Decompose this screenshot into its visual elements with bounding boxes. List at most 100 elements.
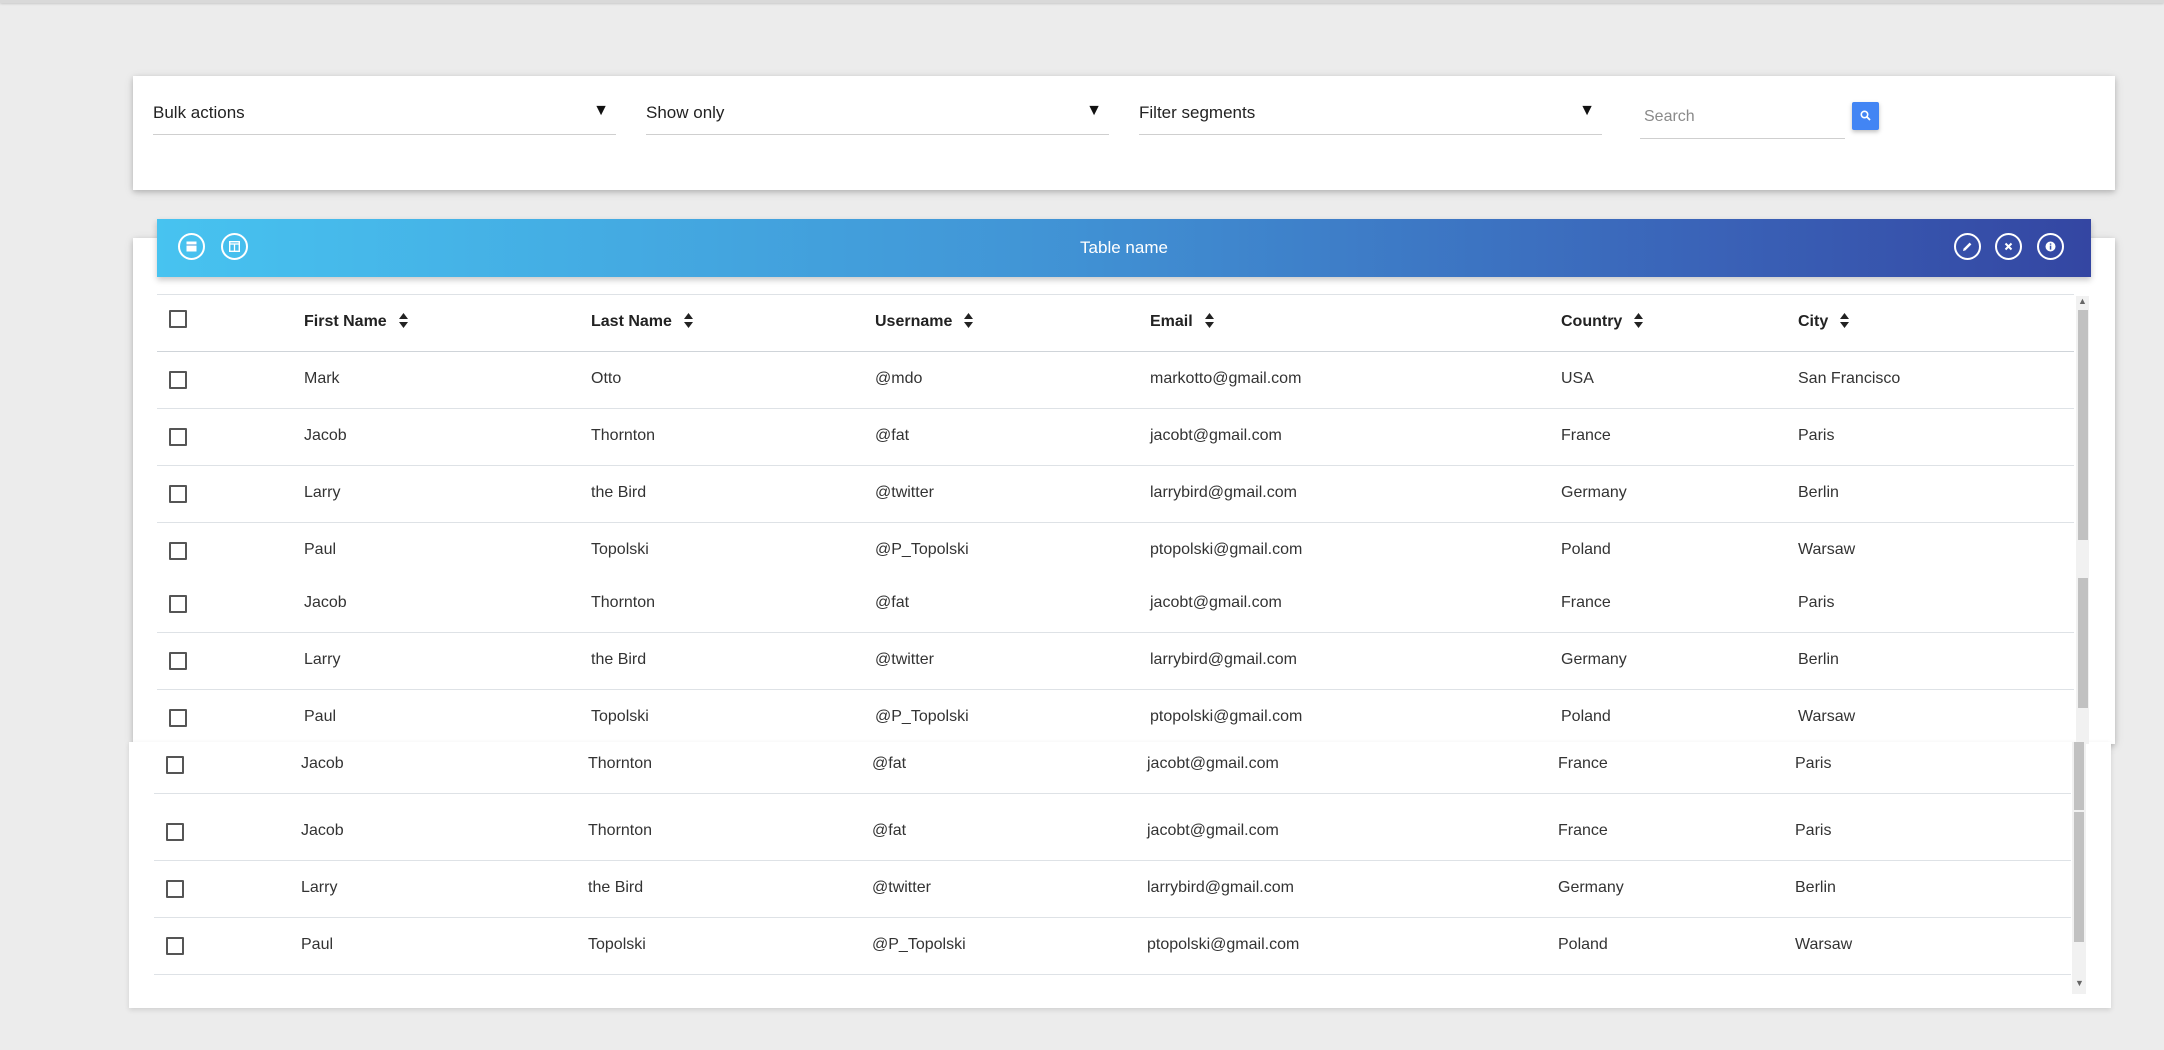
cell-city: San Francisco xyxy=(1798,370,1901,387)
table-row[interactable]: Jacob Thornton @fat jacobt@gmail.com France P… xyxy=(157,576,2074,632)
cell-country: Poland xyxy=(1558,936,1608,953)
cell-first-name: Paul xyxy=(304,708,337,725)
scrollbar-thumb-2[interactable] xyxy=(2078,578,2088,708)
cell-first-name: Jacob xyxy=(301,755,344,772)
cell-country: USA xyxy=(1561,370,1594,387)
cell-last-name: Topolski xyxy=(591,541,649,558)
filter-segments-select[interactable]: Filter segments ▼ xyxy=(1139,94,1602,135)
cell-country: Germany xyxy=(1558,879,1624,896)
column-header-first-name[interactable]: First Name xyxy=(304,313,408,333)
row-checkbox[interactable] xyxy=(166,880,184,898)
cell-last-name: Thornton xyxy=(588,822,653,839)
cell-last-name: Thornton xyxy=(588,755,653,772)
row-checkbox[interactable] xyxy=(169,709,187,727)
row-checkbox[interactable] xyxy=(169,428,187,446)
row-checkbox[interactable] xyxy=(169,652,187,670)
column-header-username[interactable]: Username xyxy=(875,313,974,333)
edit-button[interactable] xyxy=(1954,233,1981,260)
scrollbar-thumb[interactable] xyxy=(2078,310,2088,540)
table-row[interactable]: Jacob Thornton @fat jacobt@gmail.com France P… xyxy=(154,737,2071,793)
row-checkbox[interactable] xyxy=(169,595,187,613)
row-checkbox[interactable] xyxy=(169,542,187,560)
cell-email: ptopolski@gmail.com xyxy=(1150,708,1303,725)
table-row[interactable]: Larry the Bird @twitter larrybird@gmail.com… xyxy=(154,861,2071,917)
caret-down-icon: ▼ xyxy=(1579,102,1595,119)
cell-last-name: Topolski xyxy=(588,936,646,953)
scroll-down-icon[interactable]: ▼ xyxy=(2075,978,2084,988)
sort-icon[interactable] xyxy=(683,313,693,333)
column-header-label: Email xyxy=(1150,313,1193,330)
row-checkbox[interactable] xyxy=(169,485,187,503)
column-header-last-name[interactable]: Last Name xyxy=(591,313,693,333)
select-all-checkbox[interactable] xyxy=(169,310,187,328)
cell-username: @twitter xyxy=(875,651,934,668)
cell-city: Paris xyxy=(1795,822,1832,839)
cell-email: larrybird@gmail.com xyxy=(1150,484,1297,501)
cell-country: Germany xyxy=(1561,651,1627,668)
table-row[interactable]: Jacob Thornton @fat jacobt@gmail.com France P… xyxy=(157,409,2074,465)
scrollbar-track-2[interactable]: ▼ xyxy=(2072,742,2086,994)
show-only-select[interactable]: Show only ▼ xyxy=(646,94,1109,135)
info-icon xyxy=(2045,241,2056,252)
cell-username: @fat xyxy=(872,755,907,772)
search-button[interactable] xyxy=(1852,102,1879,130)
scrollbar-thumb-4[interactable] xyxy=(2074,812,2084,942)
cell-email: jacobt@gmail.com xyxy=(1150,427,1282,444)
table-row[interactable]: Jacob Thornton @fat jacobt@gmail.com France P… xyxy=(154,804,2071,860)
scroll-up-icon[interactable]: ▲ xyxy=(2078,296,2087,306)
cell-first-name: Jacob xyxy=(304,594,347,611)
cell-first-name: Larry xyxy=(304,484,341,501)
cell-first-name: Mark xyxy=(304,370,340,387)
cell-first-name: Jacob xyxy=(301,822,344,839)
top-divider xyxy=(0,0,2164,3)
column-header-email[interactable]: Email xyxy=(1150,313,1214,333)
caret-down-icon: ▼ xyxy=(593,102,609,119)
bulk-actions-label: Bulk actions xyxy=(153,103,245,122)
cell-city: Berlin xyxy=(1798,651,1839,668)
table-row[interactable]: Larry the Bird @twitter larrybird@gmail.com… xyxy=(157,466,2074,522)
sort-icon[interactable] xyxy=(1204,313,1214,333)
scrollbar-track[interactable]: ▲ xyxy=(2076,296,2089,744)
remove-button[interactable] xyxy=(1995,233,2022,260)
table-row[interactable]: Larry the Bird @twitter larrybird@gmail.com… xyxy=(157,633,2074,689)
column-header-city[interactable]: City xyxy=(1798,313,1850,333)
search-icon xyxy=(1860,110,1871,121)
row-checkbox[interactable] xyxy=(169,371,187,389)
cell-city: Paris xyxy=(1798,594,1835,611)
table-row[interactable]: Paul Topolski @P_Topolski ptopolski@gmail.c… xyxy=(157,523,2074,579)
scrollbar-thumb-3[interactable] xyxy=(2074,742,2084,810)
table-title: Table name xyxy=(1080,238,1168,257)
column-header-country[interactable]: Country xyxy=(1561,313,1644,333)
cell-last-name: Topolski xyxy=(591,708,649,725)
cell-username: @P_Topolski xyxy=(875,708,969,725)
info-button[interactable] xyxy=(2037,233,2064,260)
cell-username: @P_Topolski xyxy=(872,936,966,953)
table-header-row: First Name Last Name Username Email Country C… xyxy=(157,294,2074,352)
column-header-label: Country xyxy=(1561,313,1623,330)
cell-city: Berlin xyxy=(1798,484,1839,501)
sort-icon[interactable] xyxy=(398,313,408,333)
cell-last-name: Thornton xyxy=(591,594,656,611)
table-row[interactable]: Mark Otto @mdo markotto@gmail.com USA San Fra… xyxy=(157,352,2074,408)
column-header-label: First Name xyxy=(304,313,387,330)
close-icon xyxy=(2004,242,2013,251)
cell-username: @fat xyxy=(875,594,910,611)
cell-first-name: Larry xyxy=(304,651,341,668)
row-checkbox[interactable] xyxy=(166,823,184,841)
sort-icon[interactable] xyxy=(964,313,974,333)
cell-country: Poland xyxy=(1561,541,1611,558)
cell-username: @fat xyxy=(875,427,910,444)
bulk-actions-select[interactable]: Bulk actions ▼ xyxy=(153,94,616,135)
row-checkbox[interactable] xyxy=(166,756,184,774)
table-row[interactable]: Paul Topolski @P_Topolski ptopolski@gmail.c… xyxy=(154,918,2071,974)
caret-down-icon: ▼ xyxy=(1086,102,1102,119)
cell-first-name: Jacob xyxy=(304,427,347,444)
cell-username: @twitter xyxy=(875,484,934,501)
sort-icon[interactable] xyxy=(1634,313,1644,333)
cell-last-name: the Bird xyxy=(588,879,644,896)
cell-last-name: the Bird xyxy=(591,651,647,668)
row-checkbox[interactable] xyxy=(166,937,184,955)
cell-country: Poland xyxy=(1561,708,1611,725)
search-input[interactable] xyxy=(1640,104,1844,130)
sort-icon[interactable] xyxy=(1840,313,1850,333)
